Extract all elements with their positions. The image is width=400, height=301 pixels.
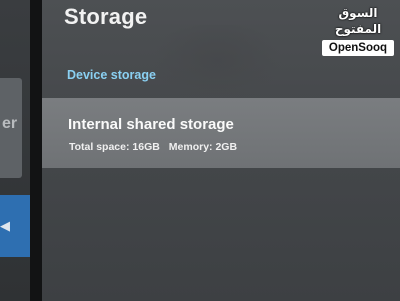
left-menu-card-label: er [2,115,18,132]
section-header-device-storage: Device storage [67,68,156,82]
storage-item-name: Internal shared storage [68,116,234,133]
total-space-label: Total space: 16GB [69,141,160,153]
tv-bezel [30,0,42,301]
watermark-latin: OpenSooq [322,40,394,56]
glare-reflection [152,25,282,105]
internal-storage-item[interactable]: Internal shared storage Total space: 16G… [42,98,400,168]
watermark-arabic: السوق المفتوح [334,6,382,36]
left-focus-icon: ◀ [0,218,10,233]
memory-label: Memory: 2GB [168,141,238,153]
page-title: Storage [64,4,148,29]
storage-item-details: Total space: 16GB Memory: 2GB [69,141,237,153]
watermark: السوق المفتوح OpenSooq [322,5,394,56]
